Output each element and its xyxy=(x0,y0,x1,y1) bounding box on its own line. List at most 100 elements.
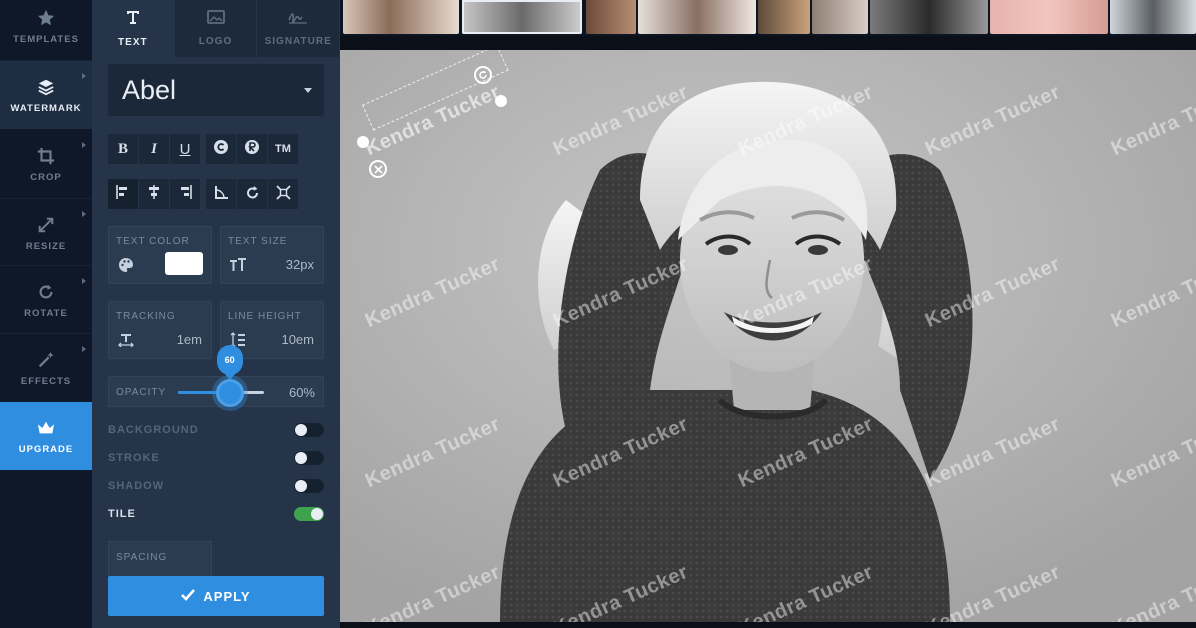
text-icon xyxy=(125,9,141,30)
chevron-right-icon xyxy=(82,278,86,284)
chevron-right-icon xyxy=(82,346,86,352)
text-size-control[interactable]: TEXT SIZE 32px xyxy=(220,226,324,284)
fit-button[interactable] xyxy=(268,179,298,209)
palette-icon xyxy=(117,256,135,274)
align-center-button[interactable] xyxy=(139,179,169,209)
rotate-icon xyxy=(36,282,56,302)
rail-item-label: RESIZE xyxy=(25,240,67,252)
spacing-label: SPACING xyxy=(116,552,168,563)
toggle-label: STROKE xyxy=(108,452,160,464)
font-family-select[interactable]: Abel xyxy=(108,64,324,116)
photo-thumbnail[interactable] xyxy=(812,0,868,34)
toggle-label: TILE xyxy=(108,508,136,520)
align-left-button[interactable] xyxy=(108,179,138,209)
rail-item-label: ROTATE xyxy=(24,307,68,319)
rail-item-label: UPGRADE xyxy=(18,443,74,455)
rail-item-label: EFFECTS xyxy=(20,375,72,387)
toggle-label: SHADOW xyxy=(108,480,165,492)
angle-button[interactable] xyxy=(206,179,236,209)
photo-thumbnail[interactable] xyxy=(1110,0,1196,34)
watermark-panel: TEXT LOGO SIGNATURE Abel B I U TM TEXT C… xyxy=(92,0,341,628)
resize-icon xyxy=(36,215,56,235)
bold-button[interactable]: B xyxy=(108,134,138,164)
upgrade-button[interactable]: UPGRADE xyxy=(0,402,92,470)
text-size-label: TEXT SIZE xyxy=(228,236,288,247)
strip-separator xyxy=(340,36,1196,50)
font-family-value: Abel xyxy=(122,74,177,105)
resize-handle[interactable] xyxy=(357,136,369,148)
tracking-control[interactable]: TRACKING 1em xyxy=(108,301,212,359)
text-color-label: TEXT COLOR xyxy=(116,236,190,247)
chevron-right-icon xyxy=(82,142,86,148)
align-right-button[interactable] xyxy=(170,179,200,209)
rail-item-label: WATERMARK xyxy=(10,102,82,114)
photo-thumbnail[interactable] xyxy=(638,0,756,34)
stroke-toggle[interactable] xyxy=(294,451,324,465)
trademark-button[interactable]: TM xyxy=(268,134,298,164)
italic-button[interactable]: I xyxy=(139,134,169,164)
tab-label: LOGO xyxy=(198,36,233,47)
tile-toggle[interactable] xyxy=(294,507,324,521)
tracking-label: TRACKING xyxy=(116,311,176,322)
align-center-icon xyxy=(147,185,161,203)
rotate-text-button[interactable] xyxy=(237,179,267,209)
text-color-control[interactable]: TEXT COLOR xyxy=(108,226,212,284)
main-tool-rail: TEMPLATES WATERMARK CROP RESIZE ROTATE E… xyxy=(0,0,92,628)
underline-button[interactable]: U xyxy=(170,134,200,164)
photo-strip xyxy=(340,0,1196,36)
rotate-handle[interactable] xyxy=(474,66,492,84)
editor-canvas[interactable]: Kendra Tucker Kendra Tucker Kendra Tucker K… xyxy=(340,50,1196,622)
rail-item-label: CROP xyxy=(30,171,62,183)
photo-thumbnail-selected[interactable] xyxy=(462,0,582,34)
rail-item-crop[interactable]: CROP xyxy=(0,130,92,198)
text-style-toolbar: B I U TM xyxy=(108,134,324,164)
photo-thumbnail[interactable] xyxy=(343,0,459,34)
tab-text[interactable]: TEXT xyxy=(92,0,175,57)
photo-thumbnail[interactable] xyxy=(586,0,636,34)
copyright-button[interactable] xyxy=(206,134,236,164)
line-height-label: LINE HEIGHT xyxy=(228,311,302,322)
close-icon xyxy=(373,164,383,174)
tracking-icon xyxy=(117,331,135,349)
rotate-icon xyxy=(479,70,487,79)
alignment-toolbar xyxy=(108,179,324,209)
expand-icon xyxy=(275,184,291,204)
opacity-slider-handle[interactable] xyxy=(215,379,244,407)
chevron-right-icon xyxy=(82,73,86,79)
tab-label: TEXT xyxy=(118,37,148,48)
crop-icon xyxy=(36,146,56,166)
rail-item-label: TEMPLATES xyxy=(13,33,79,45)
spacing-control[interactable]: SPACING xyxy=(108,541,212,581)
tracking-value: 1em xyxy=(176,332,202,347)
photo-thumbnail[interactable] xyxy=(990,0,1108,34)
rail-item-watermark[interactable]: WATERMARK xyxy=(0,61,92,129)
apply-button[interactable]: APPLY xyxy=(108,576,324,616)
canvas-bottom-bar xyxy=(340,622,1196,628)
registered-button[interactable] xyxy=(237,134,267,164)
tile-toggle-row: TILE xyxy=(108,504,324,524)
magic-wand-icon xyxy=(36,350,56,370)
copyright-icon xyxy=(213,139,229,159)
rail-item-templates[interactable]: TEMPLATES xyxy=(0,0,92,60)
toggle-label: BACKGROUND xyxy=(108,424,199,436)
photo-thumbnail[interactable] xyxy=(758,0,810,34)
tab-logo[interactable]: LOGO xyxy=(174,0,258,57)
align-right-icon xyxy=(178,185,192,203)
chevron-right-icon xyxy=(82,211,86,217)
align-left-icon xyxy=(116,185,130,203)
opacity-control: OPACITY 60 60% xyxy=(108,345,324,407)
background-toggle[interactable] xyxy=(294,423,324,437)
shadow-toggle[interactable] xyxy=(294,479,324,493)
delete-handle[interactable] xyxy=(369,160,387,178)
opacity-value-bubble: 60 xyxy=(216,345,243,380)
resize-handle[interactable] xyxy=(495,95,507,107)
text-size-value: 32px xyxy=(285,257,314,272)
tab-signature[interactable]: SIGNATURE xyxy=(257,0,341,57)
opacity-slider[interactable]: 60 xyxy=(178,345,264,407)
rotate-icon xyxy=(245,185,260,204)
rail-item-resize[interactable]: RESIZE xyxy=(0,199,92,267)
rail-item-effects[interactable]: EFFECTS xyxy=(0,334,92,402)
rail-item-rotate[interactable]: ROTATE xyxy=(0,266,92,334)
photo-thumbnail[interactable] xyxy=(870,0,988,34)
text-color-swatch[interactable] xyxy=(165,252,203,275)
